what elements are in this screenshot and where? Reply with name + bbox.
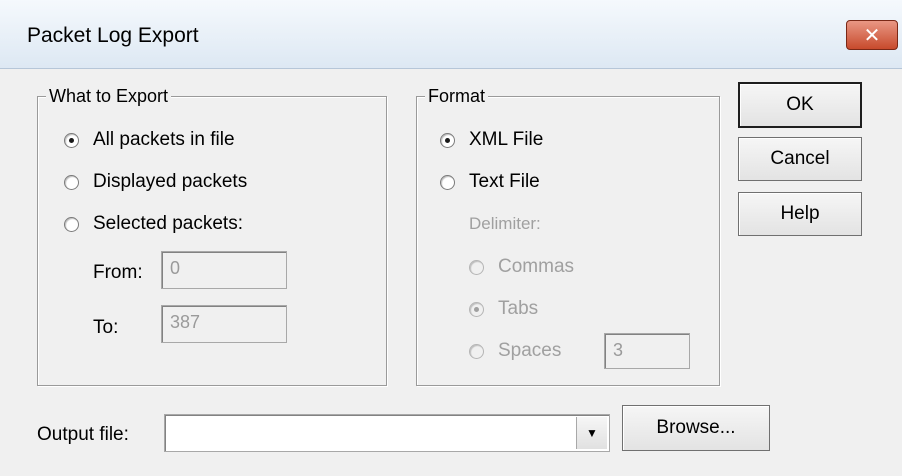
to-label: To: — [93, 317, 119, 338]
radio-icon — [64, 216, 79, 232]
ok-button[interactable]: OK — [738, 82, 862, 128]
radio-icon — [64, 132, 79, 148]
radio-icon — [64, 174, 79, 190]
close-icon: ✕ — [863, 24, 881, 47]
packet-log-export-dialog: Packet Log Export ✕ What to Export All p… — [0, 0, 902, 476]
delimiter-label: Delimiter: — [469, 214, 541, 233]
window-title: Packet Log Export — [27, 24, 199, 47]
close-button[interactable]: ✕ — [846, 20, 898, 50]
from-field[interactable]: 0 — [161, 251, 287, 289]
radio-all-packets-label: All packets in file — [93, 129, 235, 150]
radio-text-file-label: Text File — [469, 171, 540, 192]
radio-spaces-label: Spaces — [498, 340, 562, 361]
dropdown-arrow-icon[interactable]: ▼ — [576, 417, 607, 449]
radio-commas-label: Commas — [498, 256, 575, 277]
radio-text-file[interactable]: Text File — [440, 169, 540, 195]
help-button[interactable]: Help — [738, 192, 862, 236]
radio-spaces[interactable]: Spaces — [469, 338, 561, 364]
radio-selected-packets-label: Selected packets: — [93, 213, 243, 234]
radio-tabs[interactable]: Tabs — [469, 296, 538, 322]
radio-icon — [469, 259, 484, 275]
output-file-combobox[interactable]: ▼ — [164, 414, 610, 452]
radio-icon — [440, 132, 455, 148]
radio-tabs-label: Tabs — [498, 298, 539, 319]
cancel-button[interactable]: Cancel — [738, 137, 862, 181]
radio-icon — [469, 343, 484, 359]
radio-displayed-packets[interactable]: Displayed packets — [64, 169, 247, 195]
from-label: From: — [93, 262, 143, 283]
spaces-count-field[interactable]: 3 — [604, 333, 690, 369]
radio-all-packets[interactable]: All packets in file — [64, 127, 235, 153]
format-legend: Format — [425, 85, 489, 107]
radio-selected-packets[interactable]: Selected packets: — [64, 211, 243, 237]
radio-commas[interactable]: Commas — [469, 254, 574, 280]
radio-displayed-packets-label: Displayed packets — [93, 171, 248, 192]
radio-icon — [440, 174, 455, 190]
what-to-export-legend: What to Export — [46, 85, 172, 107]
title-bar[interactable]: Packet Log Export ✕ — [0, 0, 902, 69]
output-file-label: Output file: — [37, 424, 129, 445]
radio-xml-file-label: XML File — [469, 129, 544, 150]
radio-icon — [469, 301, 484, 317]
radio-xml-file[interactable]: XML File — [440, 127, 543, 153]
browse-button[interactable]: Browse... — [622, 405, 770, 451]
to-field[interactable]: 387 — [161, 305, 287, 343]
